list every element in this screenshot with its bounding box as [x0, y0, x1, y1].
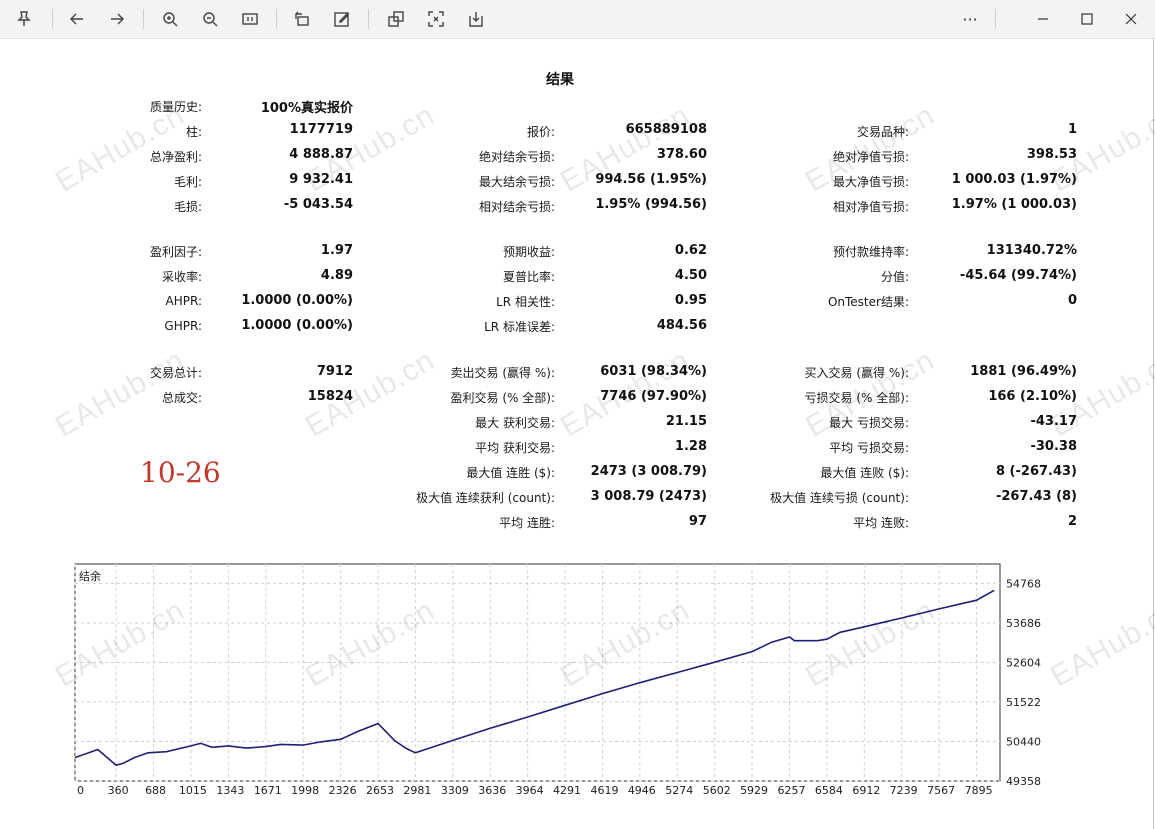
y-tick-label: 49358 [1006, 775, 1041, 788]
x-tick-label: 2981 [403, 784, 431, 797]
x-tick-label: 1671 [254, 784, 282, 797]
x-tick-label: 1343 [216, 784, 244, 797]
chart-frame [74, 563, 1001, 782]
x-tick-label: 688 [145, 784, 166, 797]
x-tick-label: 2653 [366, 784, 394, 797]
y-tick-label: 53686 [1006, 617, 1041, 630]
x-tick-label: 3309 [441, 784, 469, 797]
x-tick-label: 6257 [778, 784, 806, 797]
x-tick-label: 360 [108, 784, 129, 797]
x-tick-label: 7239 [890, 784, 918, 797]
y-axis-ticks: 54768 53686 52604 51522 50440 49358 [1006, 577, 1041, 788]
x-tick-label: 7895 [965, 784, 993, 797]
x-tick-label: 3636 [478, 784, 506, 797]
x-tick-label: 3964 [516, 784, 544, 797]
x-tick-label: 7567 [927, 784, 955, 797]
x-tick-label: 4619 [590, 784, 618, 797]
y-tick-label: 51522 [1006, 696, 1041, 709]
chart-title: 结余 [79, 570, 101, 583]
x-tick-label: 6584 [815, 784, 843, 797]
y-tick-label: 54768 [1006, 577, 1041, 590]
y-tick-label: 50440 [1006, 735, 1041, 748]
x-tick-label: 0 [77, 784, 84, 797]
x-tick-label: 5274 [665, 784, 693, 797]
x-axis-ticks: 0 360 688 1015 1343 1671 1998 2326 2653 2981 3309 3… [77, 784, 993, 797]
x-tick-label: 6912 [852, 784, 880, 797]
x-tick-label: 5929 [740, 784, 768, 797]
x-tick-label: 2326 [329, 784, 357, 797]
x-tick-label: 4946 [628, 784, 656, 797]
x-tick-label: 5602 [703, 784, 731, 797]
x-tick-label: 4291 [553, 784, 581, 797]
x-tick-label: 1998 [291, 784, 319, 797]
x-tick-label: 1015 [179, 784, 207, 797]
balance-chart: 0 360 688 1015 1343 1671 1998 2326 2653 2981 3309 3… [74, 563, 1041, 797]
y-tick-label: 52604 [1006, 656, 1041, 669]
